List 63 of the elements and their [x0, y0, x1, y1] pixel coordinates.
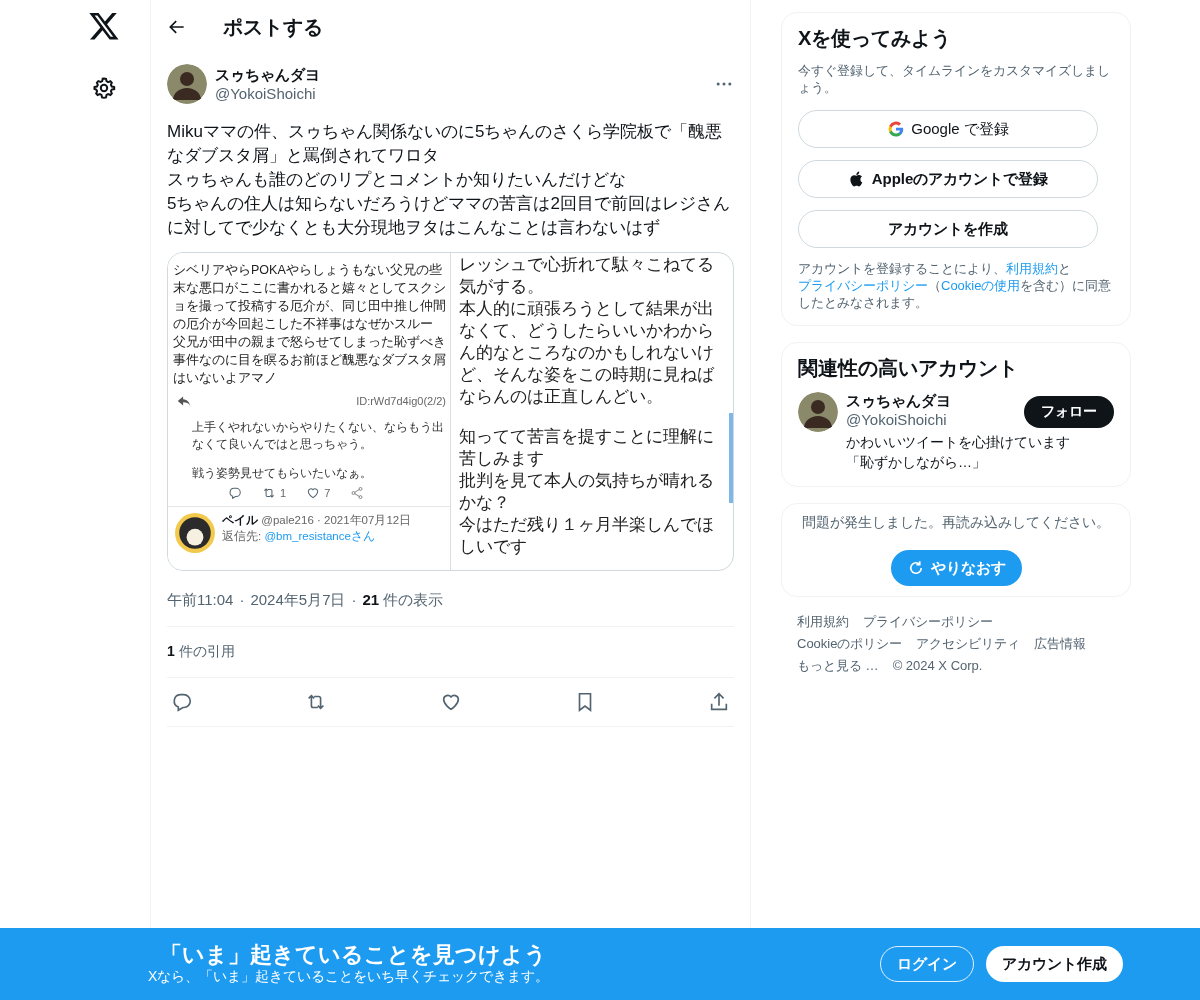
banner-subtitle: Xなら、「いま」起きていることをいち早くチェックできます。: [148, 968, 551, 986]
account-name[interactable]: スゥちゃんダヨ: [846, 392, 951, 411]
reply-text: 戦う姿勢見せてもらいたいなぁ。: [192, 465, 373, 482]
comment-text: 批判を見て本人の気持ちが晴れるかな？: [459, 470, 715, 513]
heart-icon: [306, 486, 321, 500]
retweet-count: 1: [280, 487, 287, 499]
x-logo[interactable]: [88, 10, 120, 42]
account-bio: かわいいツイートを心掛けています「恥ずかしながら…」: [846, 433, 1071, 472]
account-handle[interactable]: @YokoiShoichi: [846, 411, 951, 428]
quotes-count[interactable]: 1: [167, 643, 175, 661]
post-id: ID:rWd7d4ig0(2/2): [356, 395, 446, 407]
separator-dot: ·: [239, 591, 245, 610]
footer-link[interactable]: プライバシーポリシー: [863, 613, 993, 631]
footer-link[interactable]: アクセシビリティ: [916, 635, 1021, 653]
banner-title: 「いま」起きていることを見つけよう: [160, 942, 548, 968]
board-post-text: シベリアやらPOKAやらしょうもない父兄の些末な悪口がここに書かれると嬉々としてスクショを撮って投稿する厄介が、同じ田中推し仲間の厄介が今回起こした不祥事はなぜかスルー: [173, 262, 446, 333]
reply-to-label: 返信先:: [222, 530, 263, 542]
signup-button[interactable]: アカウントを作成: [798, 210, 1098, 248]
footer-link[interactable]: もっと見る …: [797, 657, 879, 675]
board-post-text: 父兄が田中の親まで怒らせてしまった恥ずべき事件なのに目を瞑るお前ほど醜悪なダブスタ屑はいないよアマノ: [173, 334, 446, 387]
reply-icon: [228, 486, 242, 500]
post-text: スゥちゃんも誰のどのリプとコメントか知りたいんだけどな: [167, 169, 627, 191]
separator-dot: ·: [351, 591, 357, 610]
legal-text: アカウントを登録することにより、利用規約 と プライバシーポリシー（Cookieの使用を含む）に同意したとみなされます。: [798, 260, 1113, 311]
reply-to-handle: @bm_resistanceさん: [264, 530, 375, 542]
signup-button[interactable]: Appleのアカウントで登録: [798, 160, 1098, 198]
comment-text: 本人的に頑張ろうとして結果が出なくて、どうしたらいいかわからん的なところなのかもしれないけど、そんな姿をこの時期に見ねばならんのは正直しんどい。: [459, 298, 715, 407]
like-count: 7: [324, 487, 331, 499]
card-title: 関連性の高いアカウント: [798, 356, 1019, 381]
share-icon: [350, 486, 365, 500]
reply-meta: @pale216 · 2021年07月12日: [261, 514, 412, 526]
comment-text: 今はただ残り１ヶ月半楽しんでほしいです: [459, 514, 715, 557]
quotes-label[interactable]: 件の引用: [178, 643, 235, 661]
page-title: ポストする: [223, 14, 323, 40]
avatar-icon: [174, 512, 216, 554]
settings-icon[interactable]: [92, 76, 116, 100]
comment-text: レッシュで心折れて駄々こねてる気がする。: [459, 254, 715, 297]
author-name[interactable]: スゥちゃんダヨ: [215, 66, 706, 85]
post-time[interactable]: 午前11:04: [167, 591, 234, 610]
reply-icon[interactable]: [171, 691, 193, 713]
error-message: 問題が発生しました。再読み込みしてください。: [801, 513, 1111, 532]
post-image[interactable]: [167, 252, 734, 571]
copyright-text: © 2024 X Corp.: [892, 657, 983, 675]
footer-link[interactable]: 利用規約: [797, 613, 849, 631]
card-subtitle: 今すぐ登録して、タイムラインをカスタマイズしましょう。: [798, 62, 1111, 96]
share-icon[interactable]: [708, 691, 730, 713]
signup-button[interactable]: アカウント作成: [986, 946, 1123, 982]
comment-text: 知ってて苦言を提すことに理解に苦しみます: [459, 426, 715, 469]
card-title: Xを使ってみよう: [798, 26, 953, 51]
footer-link[interactable]: Cookieのポリシー: [797, 635, 903, 653]
reply-author-name: ペイル: [222, 514, 258, 526]
post-text: 5ちゃんの住人は知らないだろうけどママの苦言は2回目で前回はレジさんに対してで少なくとも大分現地ヲタはこんなことは言わないはず: [167, 193, 731, 239]
views-count: 21: [362, 591, 380, 608]
signup-button[interactable]: Google で登録: [798, 110, 1098, 148]
footer-link[interactable]: 広告情報: [1034, 635, 1087, 653]
follow-button[interactable]: フォロー: [1024, 396, 1114, 428]
post-date[interactable]: 2024年5月7日: [250, 591, 346, 610]
post-text: Mikuママの件、スゥちゃん関係ないのに5ちゃんのさくら学院板で「醜悪なダブスタ屑」と罵倒されてワロタ: [167, 121, 724, 167]
views-label: 件の表示: [383, 591, 444, 608]
retweet-icon: [262, 486, 276, 500]
author-handle[interactable]: @YokoiShoichi: [215, 85, 706, 102]
google-icon: [887, 120, 906, 138]
reply-text: 上手くやれないからやりたくない、ならもう出なくて良いんではと思っちゃう。: [192, 419, 445, 453]
